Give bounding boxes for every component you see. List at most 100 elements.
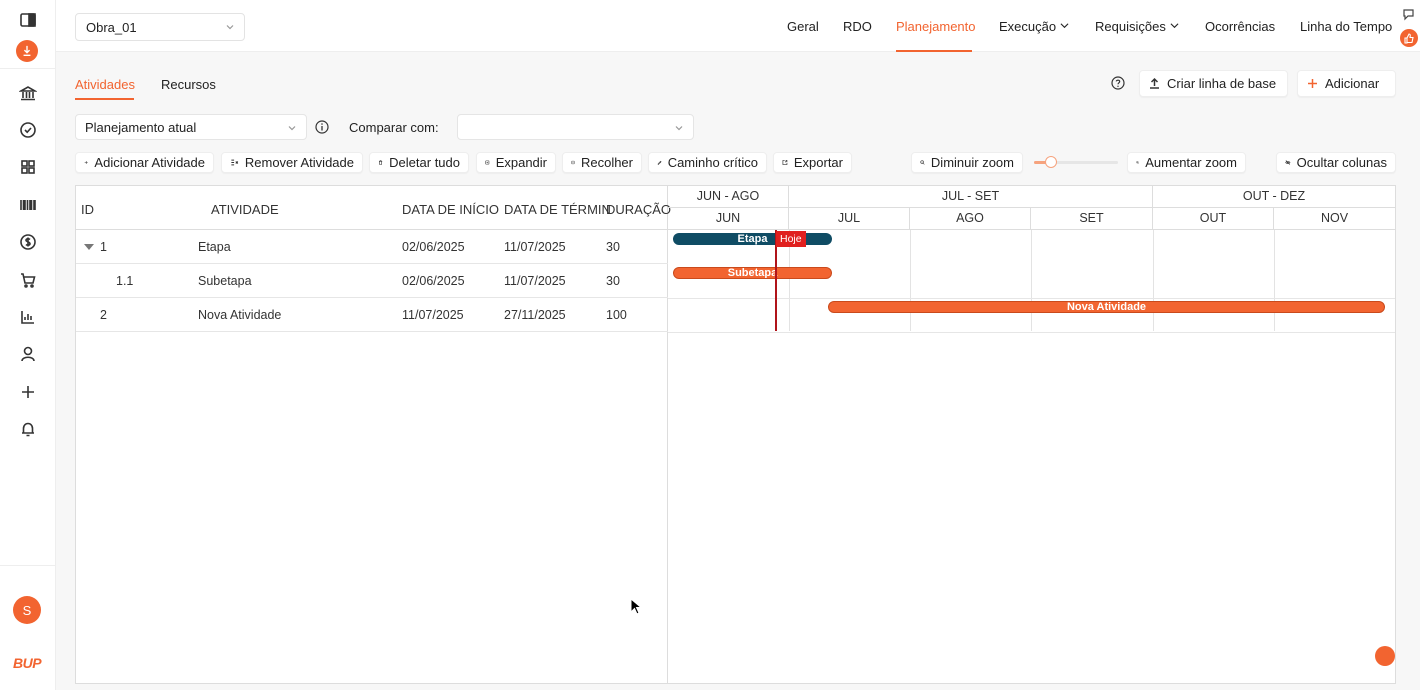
zoom-slider[interactable] xyxy=(1034,156,1118,168)
row-start: 02/06/2025 xyxy=(402,274,465,288)
row-end: 11/07/2025 xyxy=(504,240,566,254)
eye-off-icon xyxy=(1285,160,1291,165)
create-baseline-label: Criar linha de base xyxy=(1167,76,1277,91)
chevron-down-icon xyxy=(1060,23,1069,29)
tab-atividades[interactable]: Atividades xyxy=(75,77,135,92)
gantt-row-divider xyxy=(668,332,1395,333)
row-activity: Subetapa xyxy=(198,274,252,288)
expand-label: Expandir xyxy=(495,155,547,170)
col-header-duration[interactable]: DURAÇÃO xyxy=(606,202,671,217)
barcode-icon[interactable] xyxy=(18,195,38,215)
nav-planejamento[interactable]: Planejamento xyxy=(896,19,976,34)
dollar-icon[interactable] xyxy=(18,232,38,252)
gantt-gridline xyxy=(1153,230,1154,331)
expand-icon xyxy=(485,160,490,165)
chevron-down-icon xyxy=(675,126,683,131)
add-button[interactable]: Adicionar xyxy=(1297,70,1396,97)
left-rail: S BUP xyxy=(0,0,56,690)
check-circle-icon[interactable] xyxy=(18,120,38,140)
remove-activity-button[interactable]: Remover Atividade xyxy=(221,152,363,173)
hide-columns-button[interactable]: Ocultar colunas xyxy=(1276,152,1396,173)
zoom-in-label: Aumentar zoom xyxy=(1145,155,1237,170)
nav-requisicoes[interactable]: Requisições xyxy=(1095,19,1179,34)
export-icon xyxy=(782,160,788,165)
collapse-icon xyxy=(571,160,575,165)
plan-select-value: Planejamento atual xyxy=(85,120,197,135)
brand-logo: BUP xyxy=(13,655,42,671)
remove-activity-label: Remover Atividade xyxy=(244,155,354,170)
table-row[interactable]: 2 Nova Atividade 11/07/2025 27/11/2025 1… xyxy=(76,298,668,332)
activity-grid: ID ATIVIDADE DATA DE INÍCIO DATA DE TÉRM… xyxy=(76,186,671,683)
chart-icon[interactable] xyxy=(18,307,38,327)
row-duration: 100 xyxy=(606,308,627,322)
feedback-icon[interactable] xyxy=(1402,8,1415,21)
gantt-panel: ID ATIVIDADE DATA DE INÍCIO DATA DE TÉRM… xyxy=(75,185,1396,684)
nav-ocorrencias[interactable]: Ocorrências xyxy=(1205,19,1275,34)
collapse-button[interactable]: Recolher xyxy=(562,152,642,173)
bell-icon[interactable] xyxy=(18,419,38,439)
gantt-bar-subetapa[interactable]: Subetapa xyxy=(673,267,832,279)
quarter-cell: OUT - DEZ xyxy=(1242,189,1306,203)
plus-icon[interactable] xyxy=(18,382,38,402)
gantt-month-header: JUN JUL AGO SET OUT NOV xyxy=(668,208,1395,230)
today-marker-label: Hoje xyxy=(776,231,806,247)
help-chat-button[interactable] xyxy=(1375,646,1395,666)
thumbs-up-icon[interactable] xyxy=(1400,29,1418,47)
col-header-id[interactable]: ID xyxy=(81,202,94,217)
compare-select[interactable] xyxy=(457,114,694,140)
table-row[interactable]: 1 Etapa 02/06/2025 11/07/2025 30 xyxy=(76,230,668,264)
gantt-chart: JUN - AGO JUL - SET OUT - DEZ JUN JUL AG… xyxy=(668,186,1395,683)
row-id: 1 xyxy=(100,240,107,254)
tab-recursos[interactable]: Recursos xyxy=(161,77,216,92)
upload-icon xyxy=(1150,77,1159,89)
expand-button[interactable]: Expandir xyxy=(476,152,556,173)
col-header-activity[interactable]: ATIVIDADE xyxy=(211,202,279,217)
row-end: 27/11/2025 xyxy=(504,308,566,322)
delete-all-button[interactable]: Deletar tudo xyxy=(369,152,469,173)
trash-icon xyxy=(378,160,383,165)
create-baseline-button[interactable]: Criar linha de base xyxy=(1139,70,1288,97)
bank-icon[interactable] xyxy=(18,83,38,103)
cart-icon[interactable] xyxy=(18,270,38,290)
grid-icon[interactable] xyxy=(18,157,38,177)
grid-header: ID ATIVIDADE DATA DE INÍCIO DATA DE TÉRM… xyxy=(76,186,671,230)
row-duration: 30 xyxy=(606,240,620,254)
highlighter-icon xyxy=(657,160,662,165)
row-id: 1.1 xyxy=(116,274,134,288)
nav-active-indicator xyxy=(896,50,972,52)
gantt-bar-etapa[interactable]: Etapa xyxy=(673,233,832,245)
plan-select[interactable]: Planejamento atual xyxy=(75,114,307,140)
app-root: S BUP Obra_01 Geral RDO Planejamento Exe… xyxy=(0,0,1420,690)
user-avatar[interactable]: S xyxy=(13,596,41,624)
nav-geral[interactable]: Geral xyxy=(787,19,819,34)
add-activity-button[interactable]: Adicionar Atividade xyxy=(75,152,214,173)
subtab-active-indicator xyxy=(75,98,134,100)
quarter-cell: JUL - SET xyxy=(789,186,1153,208)
delete-all-label: Deletar tudo xyxy=(389,155,460,170)
month-cell: JUL xyxy=(789,208,910,230)
chevron-down-icon xyxy=(1170,23,1179,29)
help-icon[interactable] xyxy=(1111,76,1125,90)
gantt-bar-nova-atividade[interactable]: Nova Atividade xyxy=(828,301,1385,313)
zoom-slider-handle[interactable] xyxy=(1044,156,1057,168)
zoom-out-button[interactable]: Diminuir zoom xyxy=(911,152,1023,173)
col-header-end[interactable]: DATA DE TÉRMIN xyxy=(504,202,611,217)
zoom-in-button[interactable]: Aumentar zoom xyxy=(1127,152,1246,173)
nav-linha-do-tempo[interactable]: Linha do Tempo xyxy=(1300,19,1392,34)
row-activity: Etapa xyxy=(198,240,231,254)
collapse-toggle-icon[interactable] xyxy=(84,244,94,250)
col-header-start[interactable]: DATA DE INÍCIO xyxy=(402,202,499,217)
info-icon[interactable] xyxy=(315,120,329,134)
nav-rdo[interactable]: RDO xyxy=(843,19,872,34)
nav-execucao-label: Execução xyxy=(999,19,1057,34)
user-icon[interactable] xyxy=(18,344,38,364)
nav-execucao[interactable]: Execução xyxy=(999,19,1069,34)
month-cell: JUN xyxy=(668,208,789,230)
main-nav: Geral RDO Planejamento Execução Requisiç… xyxy=(0,0,1420,52)
row-duration: 30 xyxy=(606,274,620,288)
export-button[interactable]: Exportar xyxy=(773,152,852,173)
critical-path-button[interactable]: Caminho crítico xyxy=(648,152,767,173)
table-row[interactable]: 1.1 Subetapa 02/06/2025 11/07/2025 30 xyxy=(76,264,668,298)
gantt-gridline xyxy=(1031,230,1032,331)
row-activity: Nova Atividade xyxy=(198,308,282,322)
